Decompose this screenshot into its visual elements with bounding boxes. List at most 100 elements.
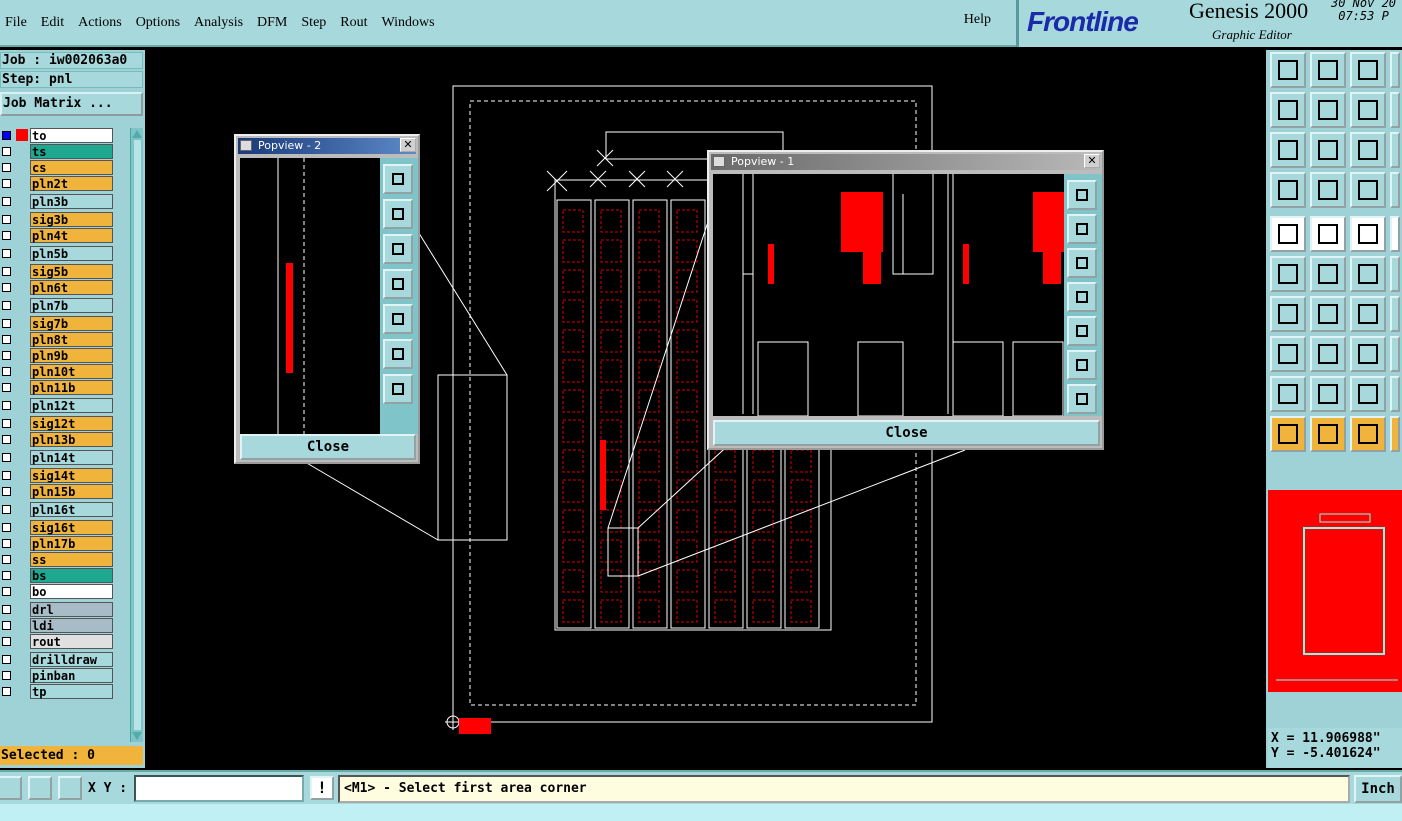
layer-name[interactable]: pln6t: [30, 280, 113, 295]
layer-name[interactable]: rout: [30, 634, 113, 649]
layer-checkbox[interactable]: [2, 555, 11, 564]
xy-input[interactable]: [134, 775, 304, 802]
cross-icon[interactable]: [1310, 256, 1346, 292]
layer-checkbox[interactable]: [2, 179, 11, 188]
surface-icon[interactable]: [1350, 376, 1386, 412]
dash-icon[interactable]: [1310, 336, 1346, 372]
layer-checkbox[interactable]: [2, 197, 11, 206]
zoom-area-icon[interactable]: [0, 776, 22, 800]
menu-options[interactable]: Options: [136, 15, 180, 31]
layer-checkbox[interactable]: [2, 401, 11, 410]
layer-name[interactable]: drl: [30, 602, 113, 617]
layer-name[interactable]: bo: [30, 584, 113, 599]
zoom-out-icon[interactable]: [383, 374, 413, 404]
layer-checkbox[interactable]: [2, 471, 11, 480]
layer-row[interactable]: cs: [0, 160, 130, 175]
layer-checkbox[interactable]: [2, 163, 11, 172]
layer-checkbox[interactable]: [2, 605, 11, 614]
measure-tool-icon[interactable]: [1350, 216, 1386, 252]
layer-checkbox[interactable]: [2, 231, 11, 240]
menu-analysis[interactable]: Analysis: [194, 15, 243, 31]
home-icon[interactable]: [1350, 52, 1386, 88]
layer-row[interactable]: pln3b: [0, 194, 130, 209]
move-icon[interactable]: [1350, 256, 1386, 292]
copy-icon[interactable]: [1390, 256, 1400, 292]
zoom-center-icon[interactable]: [1310, 132, 1346, 168]
layer-name[interactable]: cs: [30, 160, 113, 175]
grid-toggle-icon[interactable]: [1310, 172, 1346, 208]
zoom-down-icon[interactable]: [383, 234, 413, 264]
poly-icon[interactable]: [1390, 376, 1400, 412]
layer-row[interactable]: ts: [0, 144, 130, 159]
layer-row[interactable]: pln13b: [0, 432, 130, 447]
measure-icon[interactable]: [28, 776, 52, 800]
layer-name[interactable]: pln11b: [30, 380, 113, 395]
layer-row[interactable]: sig16t: [0, 520, 130, 535]
layer-checkbox[interactable]: [2, 523, 11, 532]
layer-row[interactable]: sig5b: [0, 264, 130, 279]
popview-2-close-button[interactable]: Close: [240, 434, 416, 460]
layer-checkbox[interactable]: [2, 215, 11, 224]
snap-icon[interactable]: [1270, 172, 1306, 208]
layer-row[interactable]: rout: [0, 634, 130, 649]
layer-name[interactable]: sig3b: [30, 212, 113, 227]
layer-row[interactable]: pln6t: [0, 280, 130, 295]
layer-row[interactable]: drl: [0, 602, 130, 617]
layer-row[interactable]: pln10t: [0, 364, 130, 379]
layer-checkbox[interactable]: [2, 587, 11, 596]
window-menu-icon[interactable]: [240, 140, 252, 151]
layer-row[interactable]: sig14t: [0, 468, 130, 483]
layer-checkbox[interactable]: [2, 419, 11, 428]
layer-row[interactable]: pln7b: [0, 298, 130, 313]
node-icon[interactable]: [1270, 336, 1306, 372]
menu-step[interactable]: Step: [301, 15, 326, 31]
layer-checkbox[interactable]: [2, 131, 11, 140]
popview-2-window[interactable]: Popview - 2 ✕ Close: [234, 134, 420, 464]
layer-name[interactable]: pln13b: [30, 432, 113, 447]
fit-icon[interactable]: [1270, 132, 1306, 168]
stack-icon[interactable]: [1390, 172, 1400, 208]
layer-row[interactable]: pln8t: [0, 332, 130, 347]
layer-checkbox[interactable]: [2, 383, 11, 392]
layer-name[interactable]: ss: [30, 552, 113, 567]
layer-checkbox[interactable]: [2, 435, 11, 444]
layer-name[interactable]: pln4t: [30, 228, 113, 243]
step-preview[interactable]: [1268, 490, 1402, 692]
layer-name[interactable]: pln14t: [30, 450, 113, 465]
layer-row[interactable]: ldi: [0, 618, 130, 633]
layer-checkbox[interactable]: [2, 147, 11, 156]
layer-row[interactable]: sig12t: [0, 416, 130, 431]
pan-left-icon[interactable]: [1270, 92, 1306, 128]
units-button[interactable]: Inch: [1354, 775, 1402, 803]
refresh-icon[interactable]: [1390, 52, 1400, 88]
layer-row[interactable]: bo: [0, 584, 130, 599]
layer-checkbox[interactable]: [2, 671, 11, 680]
pointer-add-icon[interactable]: [1310, 416, 1346, 452]
zoom-out-icon[interactable]: [1067, 384, 1097, 414]
popview-1-window[interactable]: Popview - 1 ✕ Close: [707, 150, 1104, 450]
layer-checkbox[interactable]: [2, 319, 11, 328]
redo-icon[interactable]: [1390, 92, 1400, 128]
pad-icon[interactable]: [1270, 216, 1306, 252]
pan-left-icon[interactable]: [383, 269, 413, 299]
fit-view-icon[interactable]: [383, 164, 413, 194]
layer-row[interactable]: pln9b: [0, 348, 130, 363]
window-menu-icon[interactable]: [713, 156, 725, 167]
popview-2-canvas[interactable]: [240, 158, 380, 434]
layer-checkbox[interactable]: [2, 335, 11, 344]
layer-checkbox[interactable]: [2, 301, 11, 310]
fit-view-icon[interactable]: [1067, 180, 1097, 210]
layer-name[interactable]: tp: [30, 684, 113, 699]
width-icon[interactable]: [1350, 336, 1386, 372]
rotate-icon[interactable]: [1350, 296, 1386, 332]
menu-dfm[interactable]: DFM: [257, 15, 287, 31]
layer-row[interactable]: ss: [0, 552, 130, 567]
pointer-icon[interactable]: [1270, 416, 1306, 452]
layer-name[interactable]: pln12t: [30, 398, 113, 413]
menu-file[interactable]: File: [5, 15, 27, 31]
menu-edit[interactable]: Edit: [41, 15, 64, 31]
zoom-up-icon[interactable]: [1067, 214, 1097, 244]
menu-windows[interactable]: Windows: [382, 15, 435, 31]
layer-checkbox[interactable]: [2, 351, 11, 360]
menu-actions[interactable]: Actions: [78, 15, 122, 31]
